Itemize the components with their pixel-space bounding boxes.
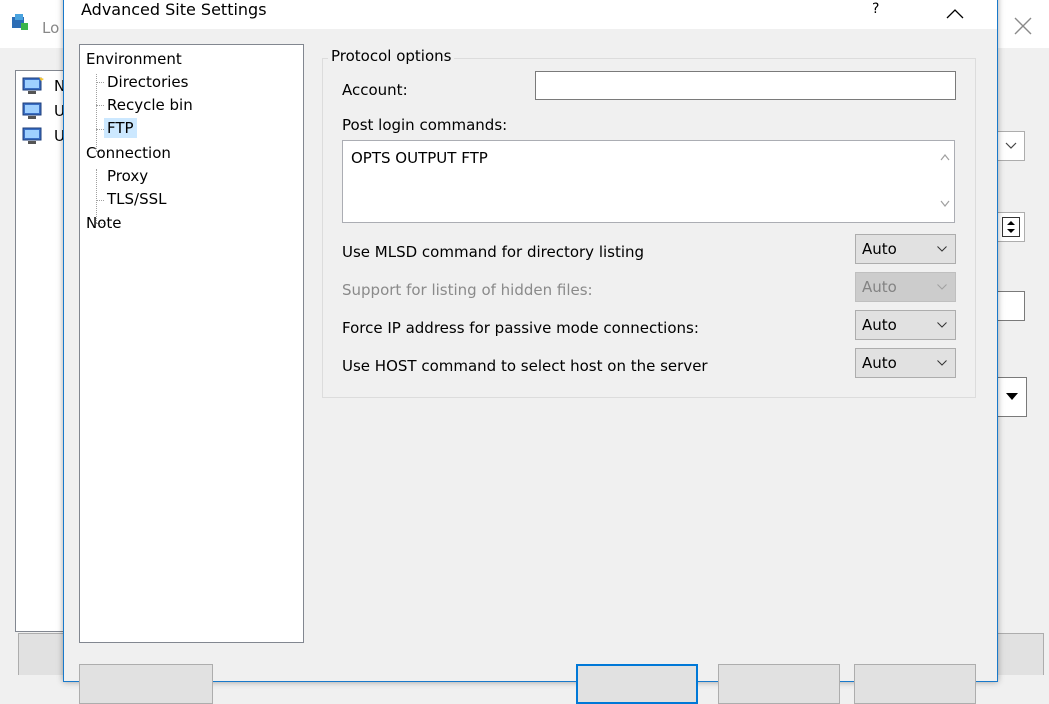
tree-item-tls-ssl[interactable]: TLS/SSL <box>107 189 167 209</box>
dialog-title: Advanced Site Settings <box>81 0 267 19</box>
chevron-down-icon <box>937 360 947 366</box>
chevron-down-icon <box>937 322 947 328</box>
winscp-app-icon <box>12 14 28 30</box>
post-login-commands-label: Post login commands: <box>342 116 508 134</box>
textarea-scrollbar[interactable] <box>936 141 954 222</box>
tree-item-connection[interactable]: Connection <box>86 143 171 163</box>
scroll-down-icon <box>940 200 950 207</box>
scroll-up-icon <box>940 154 950 161</box>
host-command-select-value: Auto <box>862 354 897 372</box>
force-ip-label: Force IP address for passive mode connec… <box>342 319 699 337</box>
hidden-files-label: Support for listing of hidden files: <box>342 281 593 299</box>
computer-icon <box>22 127 42 144</box>
tree-item-note[interactable]: Note <box>86 213 122 233</box>
host-command-label: Use HOST command to select host on the s… <box>342 357 708 375</box>
password-input-edge[interactable] <box>998 291 1025 321</box>
dropdown-arrow-icon <box>1006 393 1018 400</box>
chevron-down-icon <box>937 284 947 290</box>
site-tree[interactable]: N U U <box>15 70 69 632</box>
ok-button[interactable] <box>576 664 698 704</box>
advanced-dropdown-edge[interactable] <box>998 377 1027 417</box>
host-command-select[interactable]: Auto <box>855 348 956 378</box>
cancel-button[interactable] <box>718 664 840 704</box>
spin-arrows-icon <box>1002 217 1020 237</box>
chevron-down-icon <box>937 246 947 252</box>
account-label: Account: <box>342 81 408 99</box>
collapse-icon[interactable] <box>942 5 968 21</box>
settings-tree[interactable]: Environment Directories Recycle bin FTP … <box>79 44 304 643</box>
post-login-commands-value: OPTS OUTPUT FTP <box>351 149 488 167</box>
tree-item-environment[interactable]: Environment <box>86 49 182 69</box>
mlsd-label: Use MLSD command for directory listing <box>342 243 645 261</box>
mlsd-select-value: Auto <box>862 240 897 258</box>
help-dialog-button[interactable] <box>854 664 976 704</box>
force-ip-select[interactable]: Auto <box>855 310 956 340</box>
help-button[interactable]: ? <box>872 1 879 17</box>
protocol-options-group <box>322 58 976 398</box>
hidden-files-select: Auto <box>855 272 956 302</box>
mlsd-select[interactable]: Auto <box>855 234 956 264</box>
account-input[interactable] <box>535 71 956 100</box>
dialog-titlebar: Advanced Site Settings ? <box>64 0 997 29</box>
force-ip-select-value: Auto <box>862 316 897 334</box>
login-window-title: Lo <box>42 19 60 37</box>
tree-item-directories[interactable]: Directories <box>107 72 188 92</box>
post-login-commands-textarea[interactable]: OPTS OUTPUT FTP <box>342 140 955 223</box>
color-button[interactable] <box>79 664 213 704</box>
tree-item-proxy[interactable]: Proxy <box>107 166 148 186</box>
computer-icon <box>22 102 42 119</box>
new-site-icon <box>22 77 44 94</box>
tree-item-recycle-bin[interactable]: Recycle bin <box>107 95 193 115</box>
help-button-edge[interactable] <box>996 633 1044 675</box>
tree-item-ftp[interactable]: FTP <box>104 118 137 138</box>
port-spinner-edge[interactable] <box>998 212 1025 242</box>
hidden-files-select-value: Auto <box>862 278 897 296</box>
close-icon[interactable] <box>1011 14 1035 38</box>
protocol-combo-edge[interactable] <box>998 131 1025 161</box>
advanced-site-settings-dialog: Advanced Site Settings ? Environment Dir… <box>63 0 998 704</box>
chevron-down-icon <box>1005 142 1017 149</box>
group-title: Protocol options <box>328 47 455 65</box>
